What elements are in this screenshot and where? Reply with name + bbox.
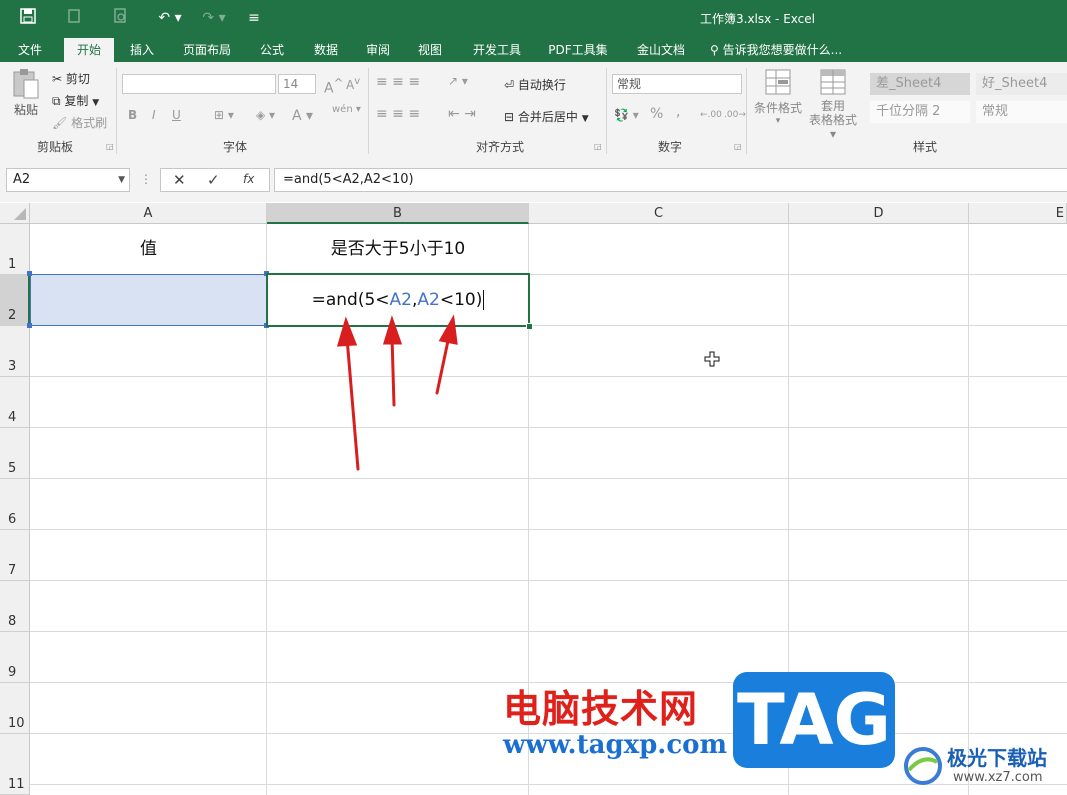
annotation-arrows [336, 314, 458, 471]
red-arrowhead [382, 315, 403, 345]
red-arrow [345, 336, 360, 471]
watermark-site-badge: 极光下载站 www.xz7.com [903, 742, 1063, 792]
watermark-cn: 电脑技术网 [503, 687, 699, 731]
red-arrow [435, 334, 451, 395]
watermark-tag-logo: TAG [733, 672, 895, 768]
red-arrowhead [438, 314, 458, 345]
aurora-logo-icon [904, 747, 942, 785]
red-arrow [390, 335, 396, 407]
red-arrowhead [336, 316, 358, 347]
watermark-url: www.tagxp.com [503, 730, 728, 760]
